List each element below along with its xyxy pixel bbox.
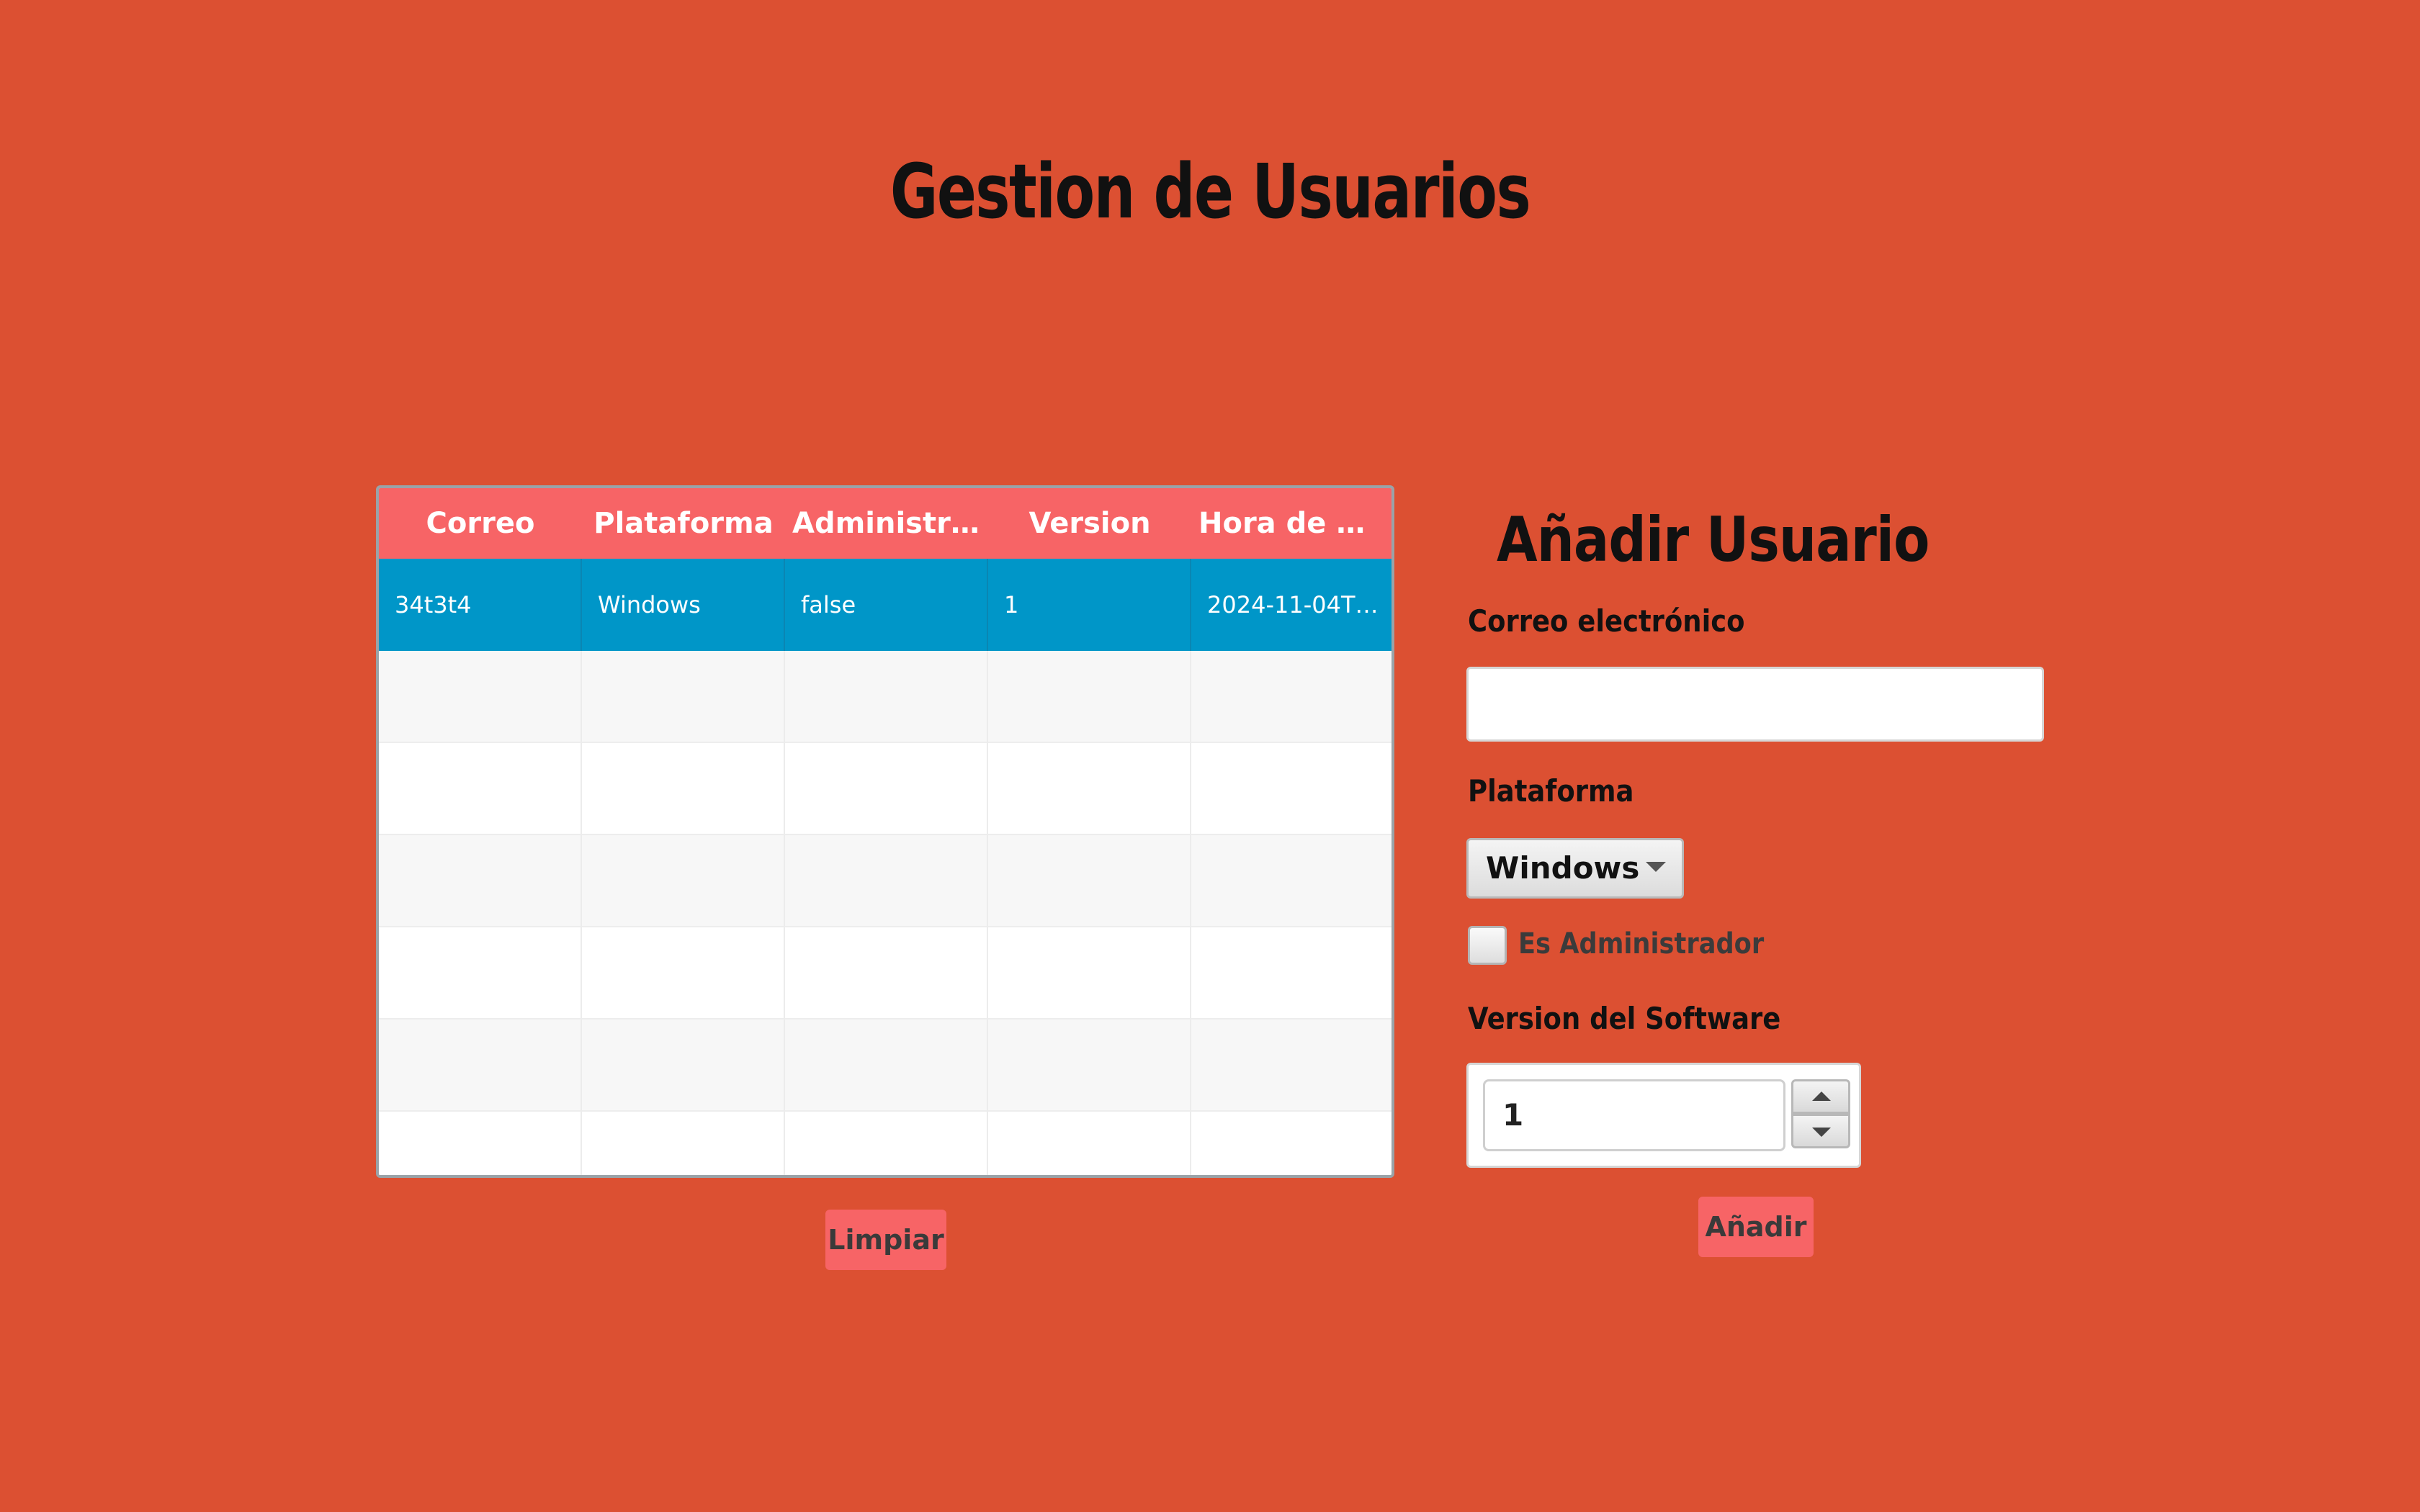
- empty-cell: [582, 651, 785, 743]
- version-increment-button[interactable]: [1791, 1079, 1850, 1114]
- table-cell-plataforma: Windows: [582, 559, 785, 651]
- column-header-correo[interactable]: Correo: [379, 488, 582, 559]
- empty-cell: [379, 651, 582, 743]
- admin-checkbox[interactable]: [1468, 926, 1507, 965]
- empty-cell: [379, 835, 582, 927]
- empty-cell: [379, 927, 582, 1020]
- empty-cell: [379, 1020, 582, 1112]
- add-user-button[interactable]: Añadir: [1698, 1197, 1814, 1257]
- arrow-down-icon: [1812, 1128, 1831, 1137]
- table-cell-version: 1: [988, 559, 1191, 651]
- empty-cell: [988, 651, 1191, 743]
- empty-cell: [785, 1020, 988, 1112]
- empty-cell: [582, 927, 785, 1020]
- empty-table-row: [379, 651, 1392, 743]
- arrow-up-icon: [1812, 1092, 1831, 1101]
- version-label: Version del Software: [1468, 1001, 1781, 1036]
- empty-cell: [785, 651, 988, 743]
- clear-button[interactable]: Limpiar: [825, 1210, 946, 1270]
- platform-label: Plataforma: [1468, 773, 1634, 809]
- empty-cell: [988, 835, 1191, 927]
- form-title: Añadir Usuario: [1497, 504, 1930, 576]
- email-label: Correo electrónico: [1468, 603, 1745, 639]
- empty-cell: [785, 1112, 988, 1175]
- email-field[interactable]: [1466, 667, 2044, 742]
- empty-cell: [379, 743, 582, 835]
- table-cell-hora-creacion: 2024-11-04T1...: [1207, 591, 1392, 618]
- version-spinner: 1: [1466, 1063, 1861, 1168]
- users-table: Correo Plataforma Administrad... Version…: [376, 485, 1394, 1178]
- empty-cell: [1191, 1112, 1392, 1175]
- empty-cell: [785, 835, 988, 927]
- empty-cell: [582, 835, 785, 927]
- empty-cell: [988, 743, 1191, 835]
- chevron-down-icon: [1646, 862, 1666, 872]
- table-cell-administrador: false: [785, 559, 988, 651]
- table-cell-correo: 34t3t4: [379, 559, 582, 651]
- empty-cell: [785, 743, 988, 835]
- empty-cell: [1191, 835, 1392, 927]
- empty-cell: [582, 743, 785, 835]
- table-header: Correo Plataforma Administrad... Version…: [379, 488, 1392, 559]
- empty-cell: [379, 1112, 582, 1175]
- empty-table-row: [379, 1112, 1392, 1175]
- column-header-plataforma[interactable]: Plataforma: [582, 488, 785, 559]
- platform-selected-value: Windows: [1486, 850, 1640, 886]
- table-row[interactable]: 34t3t4 Windows false 1 2024-11-04T1...: [379, 559, 1392, 651]
- platform-dropdown[interactable]: Windows: [1466, 838, 1684, 899]
- column-header-version[interactable]: Version: [988, 488, 1191, 559]
- empty-cell: [1191, 1020, 1392, 1112]
- empty-cell: [1191, 927, 1392, 1020]
- empty-cell: [785, 927, 988, 1020]
- version-input[interactable]: 1: [1483, 1079, 1785, 1151]
- empty-cell: [988, 1020, 1191, 1112]
- empty-cell: [988, 927, 1191, 1020]
- empty-table-row: [379, 835, 1392, 927]
- empty-cell: [1191, 651, 1392, 743]
- page-title: Gestion de Usuarios: [889, 148, 1531, 235]
- empty-table-row: [379, 927, 1392, 1020]
- admin-checkbox-label[interactable]: Es Administrador: [1518, 927, 1764, 960]
- empty-cell: [582, 1112, 785, 1175]
- empty-cell: [582, 1020, 785, 1112]
- version-decrement-button[interactable]: [1791, 1114, 1850, 1148]
- empty-table-row: [379, 743, 1392, 835]
- column-header-hora-creacion[interactable]: Hora de Crea...: [1191, 488, 1392, 559]
- column-header-administrador[interactable]: Administrad...: [785, 488, 988, 559]
- empty-cell: [1191, 743, 1392, 835]
- empty-table-row: [379, 1020, 1392, 1112]
- empty-cell: [988, 1112, 1191, 1175]
